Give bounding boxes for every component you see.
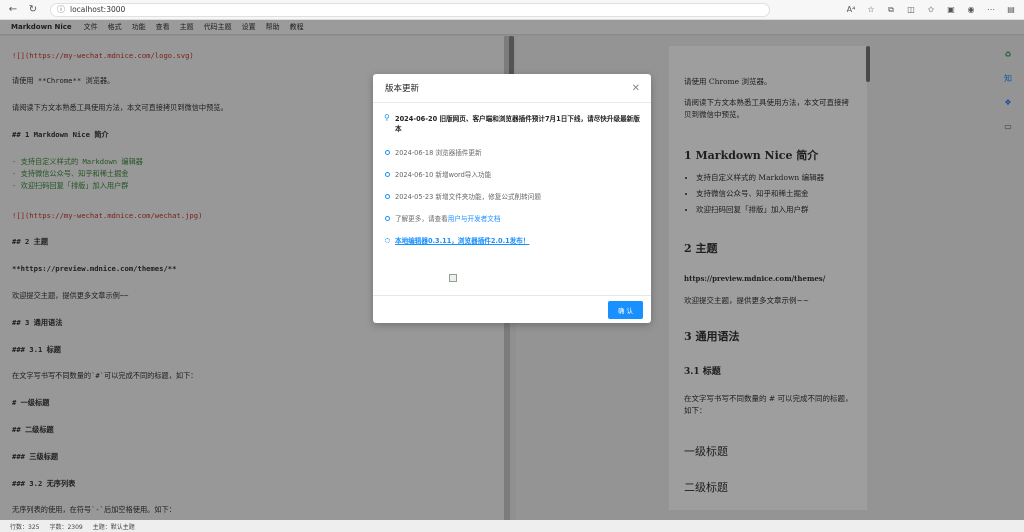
release-link[interactable]: 本地编辑器0.3.11，浏览器插件2.0.1发布！ xyxy=(395,236,529,246)
timeline-dot-icon xyxy=(385,150,390,155)
timeline-dot-icon xyxy=(385,216,390,221)
address-bar[interactable]: ⓘ localhost:3000 xyxy=(50,2,770,17)
back-icon[interactable]: ← xyxy=(6,3,20,17)
extensions-icon[interactable]: ⧉ xyxy=(886,5,896,15)
timeline-dot-icon xyxy=(385,172,390,177)
update-dialog: 版本更新 ✕ ⚲ 2024-06-20 旧版网页、客户端和浏览器插件预计7月1日… xyxy=(373,74,651,323)
url-text: localhost:3000 xyxy=(70,5,126,14)
info-icon[interactable]: ⓘ xyxy=(57,4,65,15)
profile-icon[interactable]: ◉ xyxy=(966,5,976,15)
favorite-star-icon[interactable]: ☆ xyxy=(866,5,876,15)
confirm-button[interactable]: 确 认 xyxy=(608,301,643,319)
more-menu-icon[interactable]: ⋯ xyxy=(986,5,996,15)
browser-toolbar: ← ↻ ⓘ localhost:3000 A⁴ ☆ ⧉ ◫ ✩ ▣ ◉ ⋯ ▤ xyxy=(0,0,1024,20)
timeline-dot-icon xyxy=(385,238,390,243)
line-count: 行数：325 xyxy=(10,523,40,531)
char-count: 字数：2309 xyxy=(49,523,83,531)
refresh-icon[interactable]: ↻ xyxy=(26,3,40,17)
close-icon[interactable]: ✕ xyxy=(632,83,640,94)
timeline-dot-icon xyxy=(385,194,390,199)
broken-image-icon xyxy=(449,274,457,282)
status-bar: 行数：325 字数：2309 主题：默认主题 xyxy=(0,520,1024,532)
collections-icon[interactable]: ▣ xyxy=(946,5,956,15)
dialog-title: 版本更新 xyxy=(385,84,420,94)
more-info-text: 了解更多，请查看 xyxy=(395,215,448,223)
docs-link[interactable]: 用户与开发者文档 xyxy=(448,215,501,223)
sidebar-icon[interactable]: ▤ xyxy=(1006,5,1016,15)
location-pin-icon: ⚲ xyxy=(384,113,390,122)
split-screen-icon[interactable]: ◫ xyxy=(906,5,916,15)
read-aloud-icon[interactable]: A⁴ xyxy=(846,5,856,15)
favorites-icon[interactable]: ✩ xyxy=(926,5,936,15)
theme-status: 主题：默认主题 xyxy=(92,523,135,531)
